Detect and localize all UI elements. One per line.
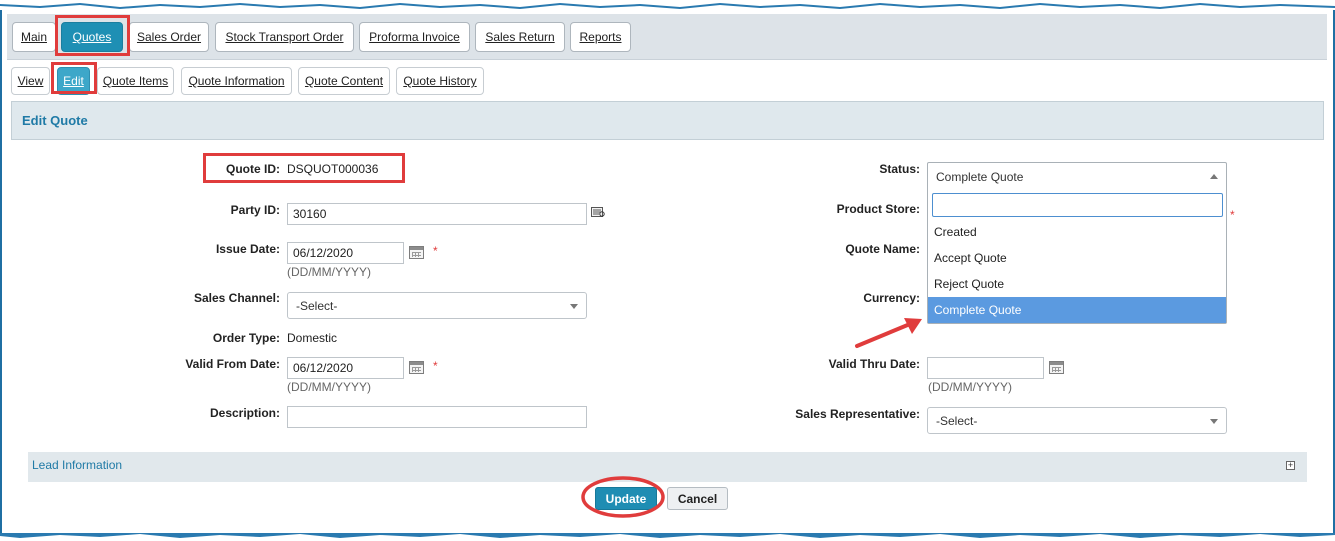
issue-date-label: Issue Date: (215, 242, 280, 256)
section-title: Edit Quote (11, 101, 1324, 140)
quote-id-label: Quote ID: (226, 162, 280, 176)
valid-from-field[interactable]: 06/12/2020 (287, 357, 404, 379)
sales-channel-select[interactable]: -Select- (287, 292, 587, 319)
calendar-icon[interactable] (409, 361, 424, 374)
tab-sales-order[interactable]: Sales Order (129, 22, 209, 52)
valid-from-format-hint: (DD/MM/YYYY) (287, 380, 371, 394)
caret-up-icon (1210, 174, 1218, 179)
lead-information-panel[interactable]: Lead Information + (28, 452, 1307, 482)
sales-channel-value: -Select- (296, 299, 338, 313)
subtab-view[interactable]: View (11, 67, 50, 95)
status-label: Status: (879, 162, 920, 176)
required-marker: * (433, 244, 438, 258)
subtab-edit[interactable]: Edit (57, 67, 90, 95)
calendar-icon[interactable] (409, 246, 424, 259)
valid-thru-label: Valid Thru Date: (828, 357, 920, 371)
tab-proforma-invoice[interactable]: Proforma Invoice (359, 22, 470, 52)
sales-rep-value: -Select- (936, 414, 978, 428)
status-select[interactable]: Complete Quote (928, 163, 1226, 191)
update-button-highlight (580, 475, 666, 519)
subtab-quote-items[interactable]: Quote Items (97, 67, 174, 95)
status-option-created[interactable]: Created (928, 219, 1226, 245)
product-store-label: Product Store: (836, 202, 920, 216)
calendar-icon[interactable] (1049, 361, 1064, 374)
currency-label: Currency: (863, 291, 920, 305)
torn-edge-top (0, 0, 1335, 10)
quote-id-value: DSQUOT000036 (287, 162, 379, 176)
torn-edge-bottom (0, 533, 1335, 541)
sales-rep-select[interactable]: -Select- (927, 407, 1227, 434)
sales-rep-label: Sales Representative: (795, 407, 920, 421)
tab-quotes[interactable]: Quotes (61, 22, 123, 52)
tab-sales-return[interactable]: Sales Return (475, 22, 565, 52)
order-type-value: Domestic (287, 331, 338, 345)
quote-name-label: Quote Name: (845, 242, 920, 256)
subtab-quote-history[interactable]: Quote History (396, 67, 484, 95)
expand-icon[interactable]: + (1286, 461, 1295, 470)
caret-down-icon (1210, 419, 1218, 424)
subtab-quote-content[interactable]: Quote Content (298, 67, 390, 95)
status-dropdown[interactable]: Complete Quote Created Accept Quote Reje… (927, 162, 1227, 324)
tab-stock-transport-order[interactable]: Stock Transport Order (215, 22, 354, 52)
cancel-button[interactable]: Cancel (667, 487, 728, 510)
status-value: Complete Quote (936, 170, 1024, 184)
tab-reports[interactable]: Reports (570, 22, 631, 52)
status-option-complete-quote[interactable]: Complete Quote (928, 297, 1226, 323)
issue-date-field[interactable]: 06/12/2020 (287, 242, 404, 264)
lookup-icon[interactable] (591, 206, 605, 218)
order-type-label: Order Type: (212, 331, 280, 345)
status-search-input[interactable] (932, 193, 1223, 217)
tab-main[interactable]: Main (12, 22, 56, 52)
required-marker: * (1230, 208, 1235, 222)
valid-from-label: Valid From Date: (185, 357, 280, 371)
party-id-field[interactable]: 30160 (287, 203, 587, 225)
status-option-accept-quote[interactable]: Accept Quote (928, 245, 1226, 271)
required-marker: * (433, 359, 438, 373)
subtab-quote-information[interactable]: Quote Information (181, 67, 292, 95)
valid-thru-field[interactable] (927, 357, 1044, 379)
status-option-reject-quote[interactable]: Reject Quote (928, 271, 1226, 297)
lead-information-label: Lead Information (32, 458, 123, 472)
sales-channel-label: Sales Channel: (193, 291, 280, 305)
description-label: Description: (209, 406, 280, 420)
description-field[interactable] (287, 406, 587, 428)
valid-thru-format-hint: (DD/MM/YYYY) (928, 380, 1012, 394)
arrow-annotation-icon (852, 314, 924, 350)
issue-date-format-hint: (DD/MM/YYYY) (287, 265, 371, 279)
party-id-label: Party ID: (230, 203, 280, 217)
caret-down-icon (570, 304, 578, 309)
